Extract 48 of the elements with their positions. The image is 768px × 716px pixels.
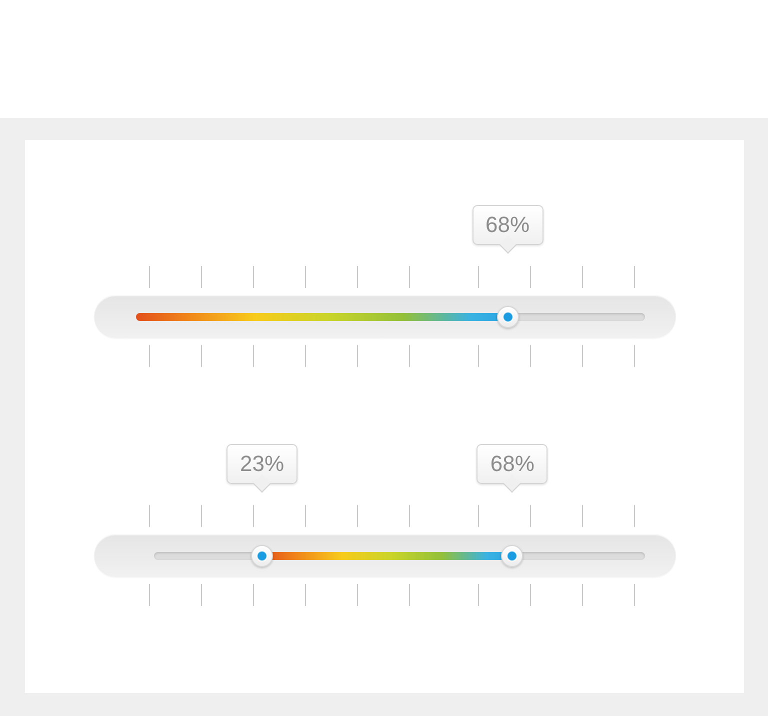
tick-mark	[634, 505, 635, 527]
tick-mark	[634, 345, 635, 367]
tick-mark	[478, 345, 479, 367]
slider-thumb[interactable]	[496, 306, 519, 328]
tick-mark	[201, 345, 202, 367]
tick-mark	[357, 266, 358, 288]
tick-mark	[582, 584, 583, 606]
tick-mark	[253, 505, 254, 527]
tick-mark	[253, 266, 254, 288]
slider-thumb[interactable]	[251, 544, 274, 566]
tick-mark	[201, 505, 202, 527]
tick-mark	[149, 584, 150, 606]
tick-mark	[478, 266, 479, 288]
tick-mark	[530, 266, 531, 288]
tick-mark	[634, 584, 635, 606]
slider-track[interactable]	[136, 306, 645, 328]
tick-mark	[409, 505, 410, 527]
tick-mark	[530, 345, 531, 367]
slider-thumb[interactable]	[501, 544, 524, 566]
value-tooltip: 23%	[226, 444, 298, 494]
tick-mark	[478, 505, 479, 527]
value-tooltip: 68%	[476, 444, 548, 494]
tick-mark	[201, 266, 202, 288]
tick-mark	[530, 505, 531, 527]
tick-mark	[530, 584, 531, 606]
tick-mark	[634, 266, 635, 288]
tick-mark	[201, 584, 202, 606]
tick-mark	[149, 266, 150, 288]
tick-mark	[409, 266, 410, 288]
tick-mark	[357, 505, 358, 527]
tick-mark	[582, 505, 583, 527]
tick-mark	[357, 584, 358, 606]
tick-mark	[582, 345, 583, 367]
tick-mark	[409, 345, 410, 367]
tick-mark	[409, 584, 410, 606]
tick-mark	[478, 584, 479, 606]
slider-track[interactable]	[154, 544, 645, 566]
tick-mark	[305, 345, 306, 367]
tick-mark	[305, 266, 306, 288]
tick-mark	[149, 345, 150, 367]
tick-mark	[357, 345, 358, 367]
value-tooltip: 68%	[472, 205, 544, 255]
tick-mark	[149, 505, 150, 527]
tick-mark	[253, 345, 254, 367]
tick-mark	[305, 505, 306, 527]
tick-mark	[582, 266, 583, 288]
tick-mark	[253, 584, 254, 606]
tick-mark	[305, 584, 306, 606]
